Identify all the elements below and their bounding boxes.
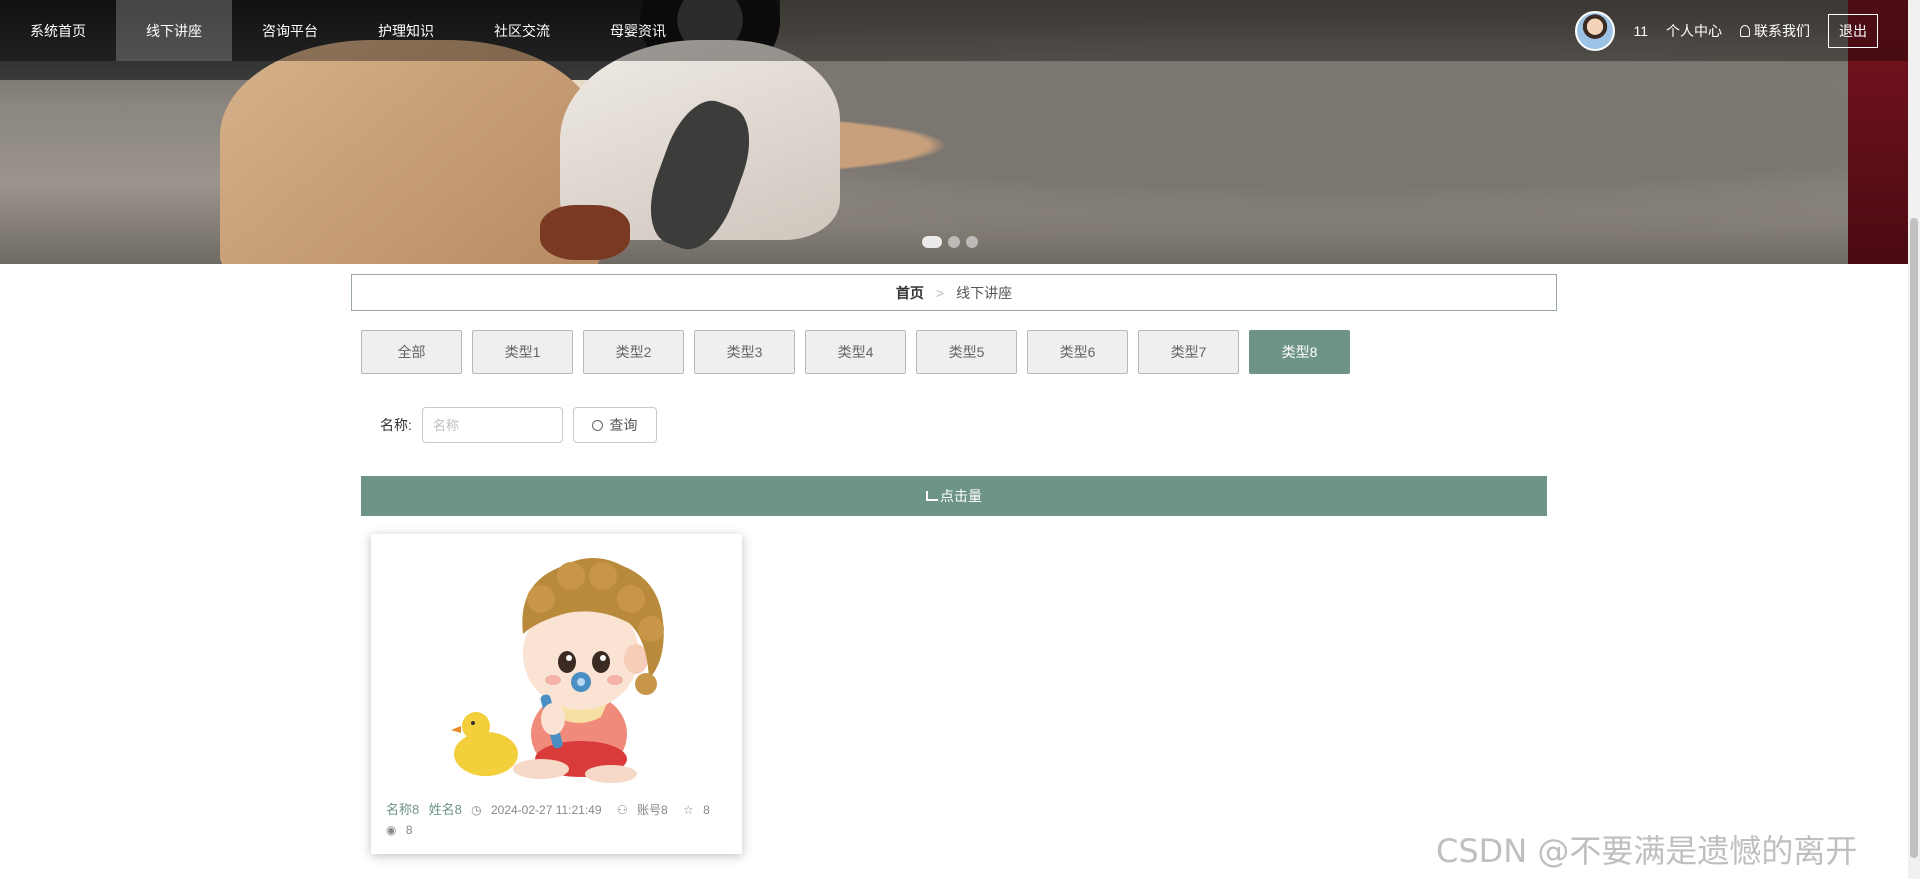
nav-label: 母婴资讯 (610, 22, 666, 39)
datetime-value: 2024-02-27 11:21:49 (490, 803, 602, 817)
search-label: 名称: (380, 417, 412, 433)
nav-label: 社区交流 (494, 22, 550, 39)
nav-label: 线下讲座 (146, 22, 202, 39)
tab-type7[interactable]: 类型7 (1138, 330, 1239, 374)
avatar[interactable] (1575, 10, 1616, 51)
views-value: 8 (405, 823, 413, 837)
scrollbar[interactable] (1908, 0, 1920, 879)
tab-type3[interactable]: 类型3 (694, 330, 795, 374)
card-datetime: ◷ 2024-02-27 11:21:49 (471, 803, 607, 817)
carousel-dot[interactable] (966, 236, 978, 248)
nav-item-community[interactable]: 社区交流 (464, 0, 580, 61)
tab-type6[interactable]: 类型6 (1027, 330, 1128, 374)
nav-label: 咨询平台 (262, 22, 318, 39)
nav-item-news[interactable]: 母婴资讯 (580, 0, 696, 61)
contact-us-link[interactable]: 联系我们 (1740, 21, 1810, 41)
eye-icon: ◉ (386, 823, 397, 837)
carousel-dot[interactable] (948, 236, 960, 248)
nav-item-home[interactable]: 系统首页 (0, 0, 116, 61)
lecture-card[interactable]: 名称8 姓名8 ◷ 2024-02-27 11:21:49 ⚇ 账号8 ☆ 8 … (371, 534, 742, 854)
watermark: CSDN @不要满是遗憾的离开 (1436, 832, 1858, 870)
search-icon (592, 419, 604, 431)
logout-button[interactable]: 退出 (1828, 13, 1878, 48)
baby-illustration (451, 558, 664, 783)
tab-type1[interactable]: 类型1 (472, 330, 573, 374)
personal-center-link[interactable]: 个人中心 (1666, 21, 1722, 41)
search-input[interactable] (421, 407, 563, 443)
card-views: ◉ 8 (386, 823, 419, 837)
card-account: ⚇ 账号8 (617, 803, 674, 817)
user-icon: ⚇ (616, 803, 628, 817)
sort-label: 点击量 (940, 488, 982, 504)
clock-icon: ◷ (471, 803, 482, 817)
tab-type2[interactable]: 类型2 (583, 330, 684, 374)
nav-label: 系统首页 (30, 22, 86, 39)
user-name: 11 (1633, 22, 1648, 39)
likes-value: 8 (703, 803, 710, 817)
card-meta: 名称8 姓名8 ◷ 2024-02-27 11:21:49 ⚇ 账号8 ☆ 8 … (386, 800, 722, 840)
card-likes: ☆ 8 (683, 803, 716, 817)
breadcrumb: 首页 > 线下讲座 (351, 274, 1557, 311)
breadcrumb-current: 线下讲座 (956, 284, 1013, 301)
nav-item-nursing[interactable]: 护理知识 (348, 0, 464, 61)
tab-type5[interactable]: 类型5 (916, 330, 1017, 374)
card-author: 姓名8 (428, 802, 462, 817)
query-button-label: 查询 (609, 417, 638, 433)
search-area: 名称: 查询 (380, 407, 657, 443)
sort-by-clicks[interactable]: 点击量 (361, 476, 1547, 516)
nav-item-lectures[interactable]: 线下讲座 (116, 0, 232, 61)
top-nav: 系统首页 线下讲座 咨询平台 护理知识 社区交流 母婴资讯 11 个人中心 联系… (0, 0, 1908, 61)
star-icon: ☆ (683, 803, 694, 817)
chart-icon (926, 491, 938, 501)
breadcrumb-home[interactable]: 首页 (896, 283, 924, 303)
carousel-indicators (922, 236, 978, 248)
contact-us-label: 联系我们 (1754, 22, 1810, 39)
nav-user-area: 11 个人中心 联系我们 退出 (1575, 0, 1878, 61)
carousel-dot[interactable] (922, 236, 942, 248)
hero-shoe (540, 205, 630, 260)
card-title[interactable]: 名称8 (386, 802, 419, 817)
query-button[interactable]: 查询 (572, 407, 657, 443)
nav-label: 护理知识 (378, 22, 434, 39)
tab-type8[interactable]: 类型8 (1249, 330, 1350, 374)
category-tabs: 全部 类型1 类型2 类型3 类型4 类型5 类型6 类型7 类型8 (361, 330, 1350, 374)
tab-type4[interactable]: 类型4 (805, 330, 906, 374)
account-value: 账号8 (636, 803, 668, 817)
breadcrumb-separator: > (935, 284, 945, 301)
nav-item-consult[interactable]: 咨询平台 (232, 0, 348, 61)
user-icon (1740, 24, 1750, 37)
tab-all[interactable]: 全部 (361, 330, 462, 374)
scrollbar-thumb[interactable] (1910, 218, 1918, 858)
